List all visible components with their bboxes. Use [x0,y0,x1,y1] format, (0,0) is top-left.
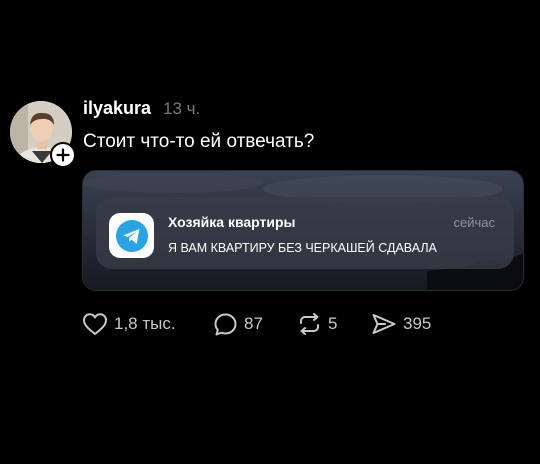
heart-icon [83,313,107,335]
notification-sender: Хозяйка квартиры [168,214,296,230]
notification-time: сейчас [453,215,496,230]
post-timestamp: 13 ч. [163,99,201,118]
post-image[interactable]: Хозяйка квартиры сейчас Я ВАМ КВАРТИРУ Б… [82,170,524,291]
repost-count: 5 [328,314,338,333]
comment-count: 87 [244,314,263,333]
comment-button[interactable]: 87 [213,311,263,337]
post-text: Стоит что-то ей отвечать? [83,131,315,152]
follow-button[interactable] [50,142,76,168]
like-count: 1,8 тыс. [114,314,176,333]
author-username[interactable]: ilyakura [83,98,151,119]
like-button[interactable]: 1,8 тыс. [82,311,176,337]
comment-icon [214,313,237,335]
author-avatar-container[interactable] [10,101,76,168]
telegram-app-icon [109,213,154,258]
repost-button[interactable]: 5 [297,311,337,337]
send-icon [372,314,396,334]
telegram-notification[interactable]: Хозяйка квартиры сейчас Я ВАМ КВАРТИРУ Б… [96,197,514,269]
notification-message: Я ВАМ КВАРТИРУ БЕЗ ЧЕРКАШЕЙ СДАВАЛА [168,241,437,255]
share-button[interactable]: 395 [371,311,431,337]
share-count: 395 [403,314,432,333]
telegram-icon [115,219,148,252]
repost-icon [300,313,319,335]
plus-icon [56,148,70,162]
